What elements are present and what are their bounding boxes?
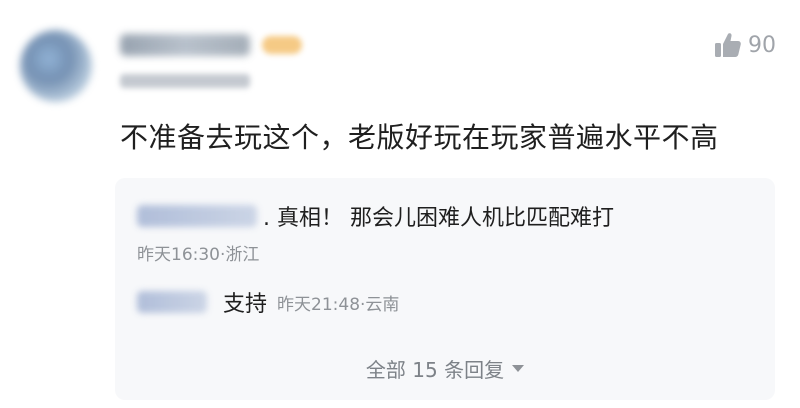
avatar[interactable]: [20, 30, 92, 102]
like-count: 90: [748, 32, 776, 58]
view-all-replies-button[interactable]: 全部 15 条回复: [115, 354, 775, 383]
view-all-replies-label: 全部 15 条回复: [365, 358, 505, 382]
reply-text: 支持: [223, 292, 268, 317]
comment-text: 不准备去玩这个，老版好玩在玩家普遍水平不高: [120, 121, 719, 154]
thumbs-up-icon: [714, 32, 742, 58]
reply-item[interactable]: . 真相！ 那会儿困难人机比匹配难打: [137, 200, 614, 232]
reply-username-redacted[interactable]: [137, 205, 257, 227]
reply-meta: 昨天21:48·云南: [277, 294, 400, 315]
comment-card: 90 不准备去玩这个，老版好玩在玩家普遍水平不高 . 真相！ 那会儿困难人机比匹…: [0, 0, 800, 408]
user-badge: [262, 36, 302, 54]
username-redacted[interactable]: [120, 34, 250, 56]
reply-meta: 昨天16:30·浙江: [137, 245, 260, 265]
reply-item[interactable]: 支持 昨天21:48·云南: [137, 286, 399, 318]
like-button[interactable]: 90: [714, 32, 776, 58]
caret-down-icon: [512, 365, 525, 372]
replies-panel: . 真相！ 那会儿困难人机比匹配难打 昨天16:30·浙江 支持 昨天21:48…: [115, 178, 775, 400]
reply-text: . 真相！ 那会儿困难人机比匹配难打: [263, 206, 614, 231]
comment-meta-redacted: [120, 74, 250, 88]
reply-username-redacted[interactable]: [137, 291, 207, 313]
